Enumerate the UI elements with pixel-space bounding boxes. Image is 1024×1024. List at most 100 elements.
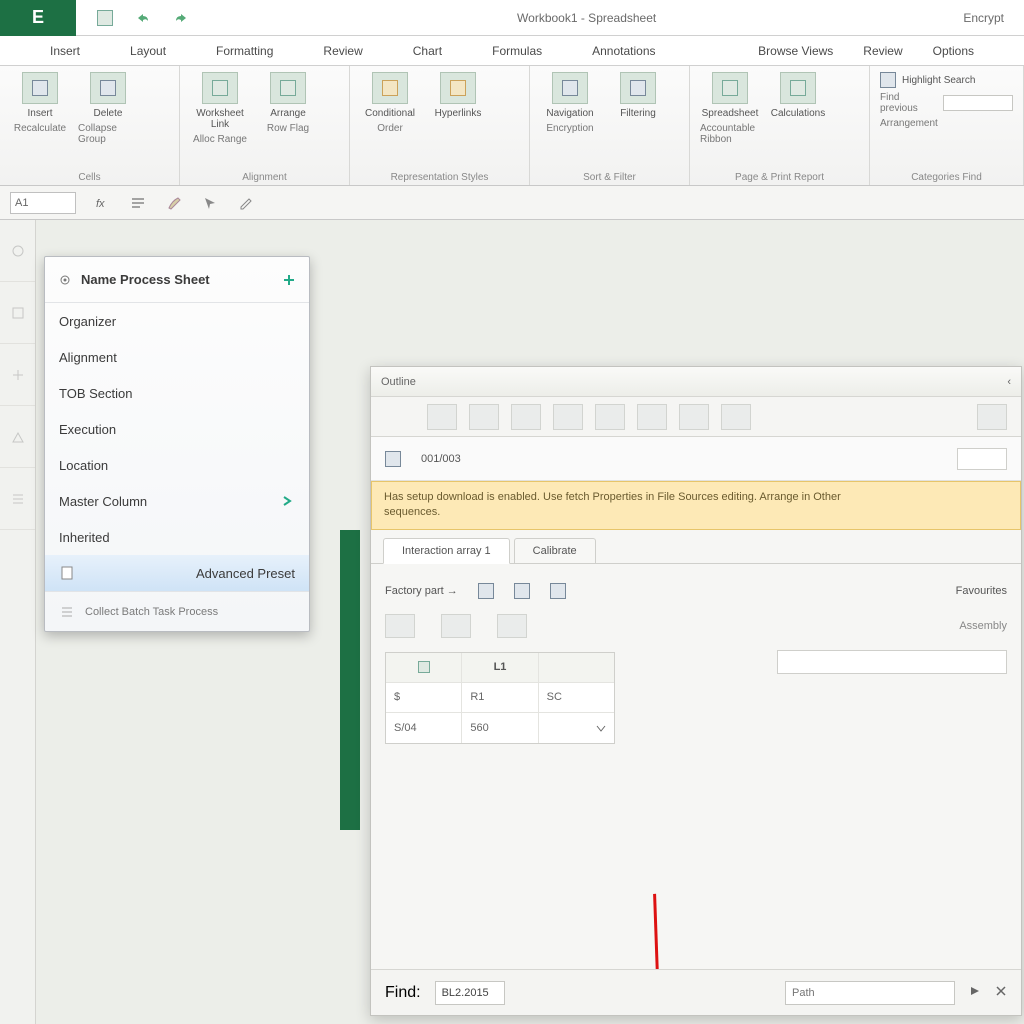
inspector-tab-calibrate[interactable]: Calibrate — [514, 538, 596, 563]
footer-close-icon[interactable] — [995, 984, 1007, 1002]
fx-icon[interactable]: fx — [92, 193, 112, 213]
ribbon-arrangement[interactable]: Arrangement — [880, 118, 938, 129]
inspector-tool-7[interactable] — [679, 404, 709, 430]
ribbon-calculations-button[interactable]: Calculations — [768, 72, 828, 119]
redo-icon[interactable] — [172, 9, 190, 27]
tab-browse-views[interactable]: Browse Views — [758, 44, 833, 58]
banner-text-1: Has setup download is enabled. Use fetch… — [384, 490, 1008, 505]
grid-dropdown[interactable] — [539, 713, 614, 743]
ribbon-findprev[interactable]: Find previous — [880, 92, 937, 114]
gutter-item[interactable] — [0, 220, 35, 282]
inspector-body: Factory part → Favourites Assembly L1 — [371, 564, 1021, 756]
part-icon[interactable] — [550, 583, 566, 599]
ribbon-navigation-button[interactable]: NavigationEncryption — [540, 72, 600, 134]
footer-find-text: BL2.2015 — [442, 987, 489, 999]
menu-item-inherited[interactable]: Inherited — [45, 519, 309, 555]
tab-formatting[interactable]: Formatting — [216, 44, 273, 58]
tab-formulas[interactable]: Formulas — [492, 44, 542, 58]
assembly-icon-2[interactable] — [441, 614, 471, 638]
footer-find-value[interactable]: BL2.2015 — [435, 981, 505, 1005]
inspector-tab-interaction[interactable]: Interaction array 1 — [383, 538, 510, 564]
ribbon-arrange-button[interactable]: ArrangeRow Flag — [258, 72, 318, 134]
grid-cell[interactable]: S/04 — [386, 713, 462, 743]
tab-chart[interactable]: Chart — [413, 44, 442, 58]
banner-text-2: sequences. — [384, 505, 1008, 520]
ribbon-group-alignment: Worksheet LinkAlloc Range ArrangeRow Fla… — [180, 66, 350, 185]
undo-icon[interactable] — [134, 9, 152, 27]
tab-options[interactable]: Options — [933, 44, 974, 58]
gutter-item[interactable] — [0, 406, 35, 468]
tab-annotations[interactable]: Annotations — [592, 44, 655, 58]
toggle-icon[interactable] — [128, 193, 148, 213]
edit-icon[interactable] — [236, 193, 256, 213]
save-icon[interactable] — [96, 9, 114, 27]
inspector-tool-5[interactable] — [595, 404, 625, 430]
gutter-item[interactable] — [0, 344, 35, 406]
ribbon-tabs: Insert Layout Formatting Review Chart Fo… — [0, 36, 1024, 66]
grid-cell[interactable]: 560 — [462, 713, 538, 743]
ribbon-delete-button[interactable]: DeleteCollapse Group — [78, 72, 138, 145]
tab-layout[interactable]: Layout — [130, 44, 166, 58]
app-icon[interactable]: E — [0, 0, 76, 36]
ribbon-insert-button[interactable]: InsertRecalculate — [10, 72, 70, 134]
inspector-zoom[interactable] — [957, 448, 1007, 470]
tab-review[interactable]: Review — [323, 44, 362, 58]
grid-cell[interactable]: $ — [386, 683, 462, 712]
inspector-tool-4[interactable] — [553, 404, 583, 430]
ribbon-search-input[interactable] — [943, 95, 1013, 111]
ribbon-conditional-button[interactable]: ConditionalOrder — [360, 72, 420, 134]
inspector-tool-6[interactable] — [637, 404, 667, 430]
menu-item-label: Execution — [59, 422, 116, 437]
brush-icon[interactable] — [164, 193, 184, 213]
inspector-tool-8[interactable] — [721, 404, 751, 430]
ribbon-filtering-button[interactable]: Filtering — [608, 72, 668, 119]
pointer-icon[interactable] — [200, 193, 220, 213]
inspector-tool-1[interactable] — [427, 404, 457, 430]
ribbon-spreadsheet-button[interactable]: SpreadsheetAccountable Ribbon — [700, 72, 760, 145]
menu-item-alignment[interactable]: Alignment — [45, 339, 309, 375]
plus-icon[interactable] — [281, 272, 297, 288]
assembly-icon-3[interactable] — [497, 614, 527, 638]
gutter-item[interactable] — [0, 282, 35, 344]
inspector-aux-input[interactable] — [777, 650, 1007, 674]
menu-item-label: Alignment — [59, 350, 117, 365]
menu-item-execution[interactable]: Execution — [45, 411, 309, 447]
gutter-item[interactable] — [0, 468, 35, 530]
app-letter: E — [32, 7, 44, 28]
ribbon-wslink-button[interactable]: Worksheet LinkAlloc Range — [190, 72, 250, 145]
inspector-tool-2[interactable] — [469, 404, 499, 430]
inspector-tool-right[interactable] — [977, 404, 1007, 430]
inspector-nav-back-icon[interactable]: ‹ — [1007, 376, 1011, 388]
footer-next-icon[interactable] — [969, 984, 981, 1002]
ribbon-group-sort: NavigationEncryption Filtering Sort & Fi… — [530, 66, 690, 185]
menu-item-master-column[interactable]: Master Column — [45, 483, 309, 519]
ribbon-group-find: Highlight Search Find previous Arrangeme… — [870, 66, 1024, 185]
tab-insert[interactable]: Insert — [50, 44, 80, 58]
grid-cell[interactable]: R1 — [462, 683, 538, 712]
menu-item-section[interactable]: TOB Section — [45, 375, 309, 411]
name-box[interactable]: A1 — [10, 192, 76, 214]
ribbon-conditional-sub: Order — [377, 123, 403, 134]
menu-item-advanced-preset[interactable]: Advanced Preset — [45, 555, 309, 591]
footer-path-input[interactable] — [785, 981, 955, 1005]
part-icon[interactable] — [514, 583, 530, 599]
menu-item-label: TOB Section — [59, 386, 132, 401]
grid-header-1[interactable] — [386, 653, 462, 682]
inspector-tool-3[interactable] — [511, 404, 541, 430]
inspector-outline[interactable]: Outline — [381, 376, 416, 388]
assembly-label: Assembly — [959, 620, 1007, 632]
ribbon-group-cells-label: Cells — [10, 170, 169, 183]
ribbon-hyperlinks-button[interactable]: Hyperlinks — [428, 72, 488, 119]
inspector-grid: L1 $ R1 SC S/04 560 — [385, 652, 615, 744]
tab-review2[interactable]: Review — [863, 44, 902, 58]
context-menu-title: Name Process Sheet — [81, 272, 210, 287]
grid-cell[interactable]: SC — [539, 683, 614, 712]
menu-item-organizer[interactable]: Organizer — [45, 303, 309, 339]
grid-header-3[interactable] — [539, 653, 614, 682]
titlebar-encrypt[interactable]: Encrypt — [963, 11, 1004, 25]
grid-header-2[interactable]: L1 — [462, 653, 538, 682]
assembly-icon-1[interactable] — [385, 614, 415, 638]
menu-item-location[interactable]: Location — [45, 447, 309, 483]
context-menu-footer-text: Collect Batch Task Process — [85, 606, 218, 618]
part-icon[interactable] — [478, 583, 494, 599]
